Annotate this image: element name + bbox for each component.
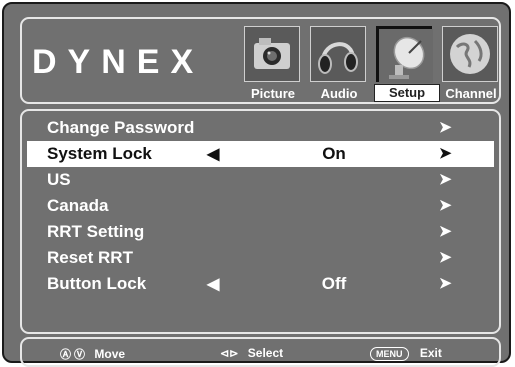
menu-item-label: Change Password bbox=[47, 118, 195, 137]
satellite-dish-icon bbox=[376, 26, 433, 83]
hint-label: Move bbox=[94, 347, 126, 361]
right-arrow-icon[interactable]: ➤ bbox=[439, 222, 452, 240]
left-right-icon: ⊲⊳ bbox=[220, 348, 239, 360]
right-arrow-icon[interactable]: ➤ bbox=[439, 144, 452, 162]
left-arrow-icon[interactable]: ◀ bbox=[207, 274, 219, 294]
hint-label: Select bbox=[247, 346, 284, 360]
menu-key-icon: MENU bbox=[370, 347, 409, 361]
menu-item-rrt-setting[interactable]: RRT Setting ➤ bbox=[27, 219, 494, 245]
menu-item-label: Canada bbox=[47, 196, 109, 215]
right-arrow-icon[interactable]: ➤ bbox=[439, 196, 452, 214]
tv-osd-screen: DYNEX Picture Audio Setup Channel Change… bbox=[2, 2, 511, 367]
menu-item-change-password[interactable]: Change Password ➤ bbox=[27, 115, 494, 141]
menu-item-canada[interactable]: Canada ➤ bbox=[27, 193, 494, 219]
tab-label: Setup bbox=[374, 84, 440, 102]
menu-item-button-lock[interactable]: Button Lock ◀ Off ➤ bbox=[27, 271, 494, 297]
hint-exit: MENU Exit bbox=[370, 346, 442, 361]
tab-label: Channel bbox=[445, 86, 497, 101]
hint-move: Ⓐ Ⓥ Move bbox=[60, 346, 125, 362]
tab-channel[interactable]: Channel bbox=[442, 26, 500, 101]
left-arrow-icon[interactable]: ◀ bbox=[207, 144, 219, 164]
menu-item-label: System Lock bbox=[47, 144, 152, 163]
menu-item-value: On bbox=[322, 144, 346, 163]
menu-item-label: US bbox=[47, 170, 71, 189]
up-down-icon: Ⓐ Ⓥ bbox=[60, 349, 86, 361]
right-arrow-icon[interactable]: ➤ bbox=[439, 118, 452, 136]
headphones-icon bbox=[310, 26, 366, 82]
menu-item-reset-rrt[interactable]: Reset RRT ➤ bbox=[27, 245, 494, 271]
tab-label: Picture bbox=[250, 86, 296, 101]
right-arrow-icon[interactable]: ➤ bbox=[439, 170, 452, 188]
tab-setup[interactable]: Setup bbox=[374, 26, 440, 102]
setup-menu: Change Password ➤ System Lock ◀ On ➤ US … bbox=[20, 109, 501, 334]
globe-icon bbox=[442, 26, 498, 82]
camera-icon bbox=[244, 26, 300, 82]
right-arrow-icon[interactable]: ➤ bbox=[439, 248, 452, 266]
menu-item-value: Off bbox=[321, 274, 347, 293]
hint-label: Exit bbox=[419, 346, 442, 360]
menu-item-us[interactable]: US ➤ bbox=[27, 167, 494, 193]
menu-item-label: Reset RRT bbox=[47, 248, 133, 267]
menu-item-label: Button Lock bbox=[47, 274, 147, 293]
menu-item-label: RRT Setting bbox=[47, 222, 145, 241]
tab-picture[interactable]: Picture bbox=[244, 26, 302, 101]
hint-select: ⊲⊳ Select bbox=[220, 346, 283, 360]
footer-help-bar: Ⓐ Ⓥ Move ⊲⊳ Select MENU Exit bbox=[20, 337, 501, 367]
menu-item-system-lock[interactable]: System Lock ◀ On ➤ bbox=[27, 141, 494, 167]
header-panel: DYNEX Picture Audio Setup Channel bbox=[20, 17, 501, 104]
tab-audio[interactable]: Audio bbox=[310, 26, 368, 101]
brand-logo: DYNEX bbox=[32, 43, 205, 81]
right-arrow-icon[interactable]: ➤ bbox=[439, 274, 452, 292]
tab-label: Audio bbox=[320, 86, 358, 101]
